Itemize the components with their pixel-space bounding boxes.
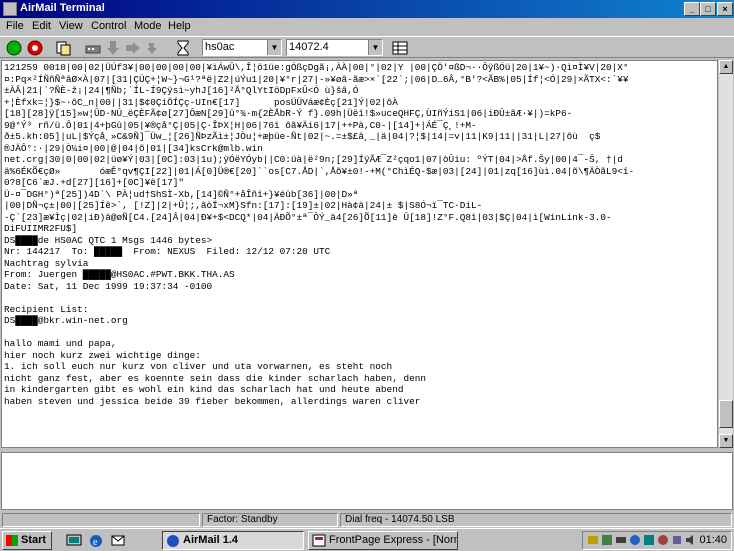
terminal-line: Nachtrag sylvia xyxy=(4,257,89,269)
terminal-line: ð±5.kh:05]|uL|$Ýçå¸»C&9Ñ]¯Üw_¦[26]ÑÞzÃì±… xyxy=(4,131,601,142)
callsign-select[interactable]: hs0ac ▼ xyxy=(202,39,282,56)
chevron-down-icon[interactable]: ▼ xyxy=(368,40,382,55)
menu-bar: File Edit View Control Mode Help xyxy=(0,18,734,35)
terminal-line: 1. ich soll euch nur kurz von cliver und… xyxy=(4,361,393,372)
grid-icon[interactable] xyxy=(391,39,411,57)
window-title: AirMail Terminal xyxy=(20,2,105,14)
toolbar: hs0ac ▼ 14072.4 ▼ xyxy=(0,36,734,58)
airmail-icon xyxy=(166,534,180,547)
status-factor: Factor: Standby xyxy=(202,513,338,527)
title-bar: AirMail Terminal _ □ × xyxy=(0,0,734,18)
frequency-select[interactable]: 14072.4 ▼ xyxy=(286,39,383,56)
vertical-scrollbar[interactable]: ▲ ▼ xyxy=(719,60,733,448)
app-icon[interactable] xyxy=(3,2,17,16)
terminal-line: DS████de HS0AC QTC 1 Msgs 1446 bytes> xyxy=(4,234,213,246)
terminal-line: nicht ganz fest, aber es koennte sein da… xyxy=(4,372,426,384)
close-button[interactable]: × xyxy=(717,2,733,16)
tray-icon-3[interactable] xyxy=(615,534,627,546)
terminal-line: ®JÄÔ°:·|29|Ò¼i¤|00|@|04|õ|01|[34]ksCrk@m… xyxy=(4,142,263,154)
terminal-line: Recipient List: xyxy=(4,303,89,315)
windows-logo-icon xyxy=(6,535,18,546)
clock: 01:40 xyxy=(699,534,727,546)
terminal-line: net.crg|30|0|00|02|üø¥Ý|03|[0C]:03|1u);ÿ… xyxy=(4,154,623,165)
terminal-line: 0?8[C6`æJ.+d[27][16]+[0C]¥ë[17]" xyxy=(4,177,185,188)
chevron-down-icon[interactable]: ▼ xyxy=(267,40,281,55)
copy-icon[interactable] xyxy=(54,39,74,57)
terminal-line: 121259 0010|00|02|ÜÚf3¥|00|00|00|00|¥ìÁw… xyxy=(4,62,629,73)
minimize-button[interactable]: _ xyxy=(684,2,700,16)
terminal-line: in kindergarten gibt es wohl ein kind da… xyxy=(4,384,404,395)
terminal-line: +¦Èfxk=¦}$~·ôC_n|00||31|$¢0ÇiÖÍÇç-UIn€[1… xyxy=(4,96,398,108)
terminal-line: [18][28]ÿ[15]»w¦ÛD·NÛ_ëÇÈFÃ¢ø[27]ÔæN[29]… xyxy=(4,108,573,119)
terminal-line: hallo mami und papa, xyxy=(4,338,117,349)
terminal-output[interactable]: 121259 0010|00|02|ÜÚf3¥|00|00|00|00|¥ìÁw… xyxy=(1,60,718,448)
connect-icon[interactable] xyxy=(5,39,25,57)
receive-arrow-icon[interactable] xyxy=(104,39,124,57)
status-bar: Factor: Standby Dial freq - 14074.50 LSB xyxy=(0,512,734,528)
start-button[interactable]: Start xyxy=(2,531,52,550)
menu-edit[interactable]: Edit xyxy=(32,20,51,32)
system-tray: 01:40 xyxy=(582,531,732,550)
terminal-line: 9@°Ý³ rñ/ü.Ô|01|4+þGû|05|¥®çå°Ç|05|Ç·ÎÞX… xyxy=(4,119,477,131)
terminal-line: hier noch kurz zwei wichtige dinge: xyxy=(4,349,201,361)
menu-mode[interactable]: Mode xyxy=(134,20,162,32)
send-arrow-icon[interactable] xyxy=(124,39,144,57)
browser-icon[interactable]: e xyxy=(88,533,104,548)
taskbar-item-frontpage[interactable]: FrontPage Express - [Norm... xyxy=(308,531,458,550)
tray-icon-2[interactable] xyxy=(601,534,613,546)
terminal-line: |00|DÑ¬ç±|00|[25]Íê>`, [!Z]|2|+Û¦;,âòÏ¬x… xyxy=(4,200,483,211)
menu-file[interactable]: File xyxy=(6,20,24,32)
terminal-line: From: Juergen █████@HS0AC.#PWT.BKK.THA.A… xyxy=(4,269,235,280)
menu-help[interactable]: Help xyxy=(168,20,191,32)
status-left xyxy=(2,513,200,527)
tray-icon-6[interactable] xyxy=(657,534,669,546)
tray-icon-5[interactable] xyxy=(643,534,655,546)
taskbar: Start e AirMail 1.4 FrontPage Express - … xyxy=(0,528,734,551)
terminal-line: ä%6ÉKÕ€çØ» óæÊ°qv¶ÇI[22]|01|Á[0]Ü®€[20]`… xyxy=(4,165,635,177)
outlook-icon[interactable] xyxy=(110,533,126,548)
tray-icon-7[interactable] xyxy=(671,534,683,546)
terminal-line: ¤:Pq×²ÍÑñÑªâØ×À|07|[31|ÇÜÇ+¦W~}¬G¹?ªë|Z2… xyxy=(4,73,629,85)
menu-view[interactable]: View xyxy=(59,20,83,32)
terminal-line: Nr: 144217 To: █████ From: NEXUS Filed: … xyxy=(4,246,331,257)
menu-control[interactable]: Control xyxy=(91,20,126,32)
hourglass-icon[interactable] xyxy=(174,39,194,57)
scroll-thumb[interactable] xyxy=(719,400,733,428)
scroll-down-icon[interactable]: ▼ xyxy=(719,434,733,448)
terminal-line: ±ÀÂ|21|`?ÑÈ-ž¡|24|¶Ñb;`ÍL-Í9Çÿsì~yhJ[16]… xyxy=(4,85,359,96)
terminal-text: 121259 0010|00|02|ÜÚf3¥|00|00|00|00|¥ìÁw… xyxy=(2,61,717,408)
tray-icon-1[interactable] xyxy=(587,534,599,546)
status-frequency: Dial freq - 14074.50 LSB xyxy=(340,513,732,527)
maximize-button[interactable]: □ xyxy=(700,2,716,16)
terminal-line: DS████@bkr.win-net.org xyxy=(4,315,128,326)
terminal-line: DiFUIIMR2FU$] xyxy=(4,223,78,234)
taskbar-item-airmail[interactable]: AirMail 1.4 xyxy=(162,531,304,550)
svg-text:e: e xyxy=(93,537,98,548)
scroll-up-icon[interactable]: ▲ xyxy=(719,60,733,74)
speaker-icon[interactable] xyxy=(685,534,697,546)
disconnect-arrow-icon[interactable] xyxy=(144,39,164,57)
terminal-line: Ü-¤¯DGH°)ª[25])4D`\ PÀ¦ud†ShSÌ-Xb,[14]©Ñ… xyxy=(4,188,359,200)
frontpage-icon xyxy=(312,534,326,547)
message-input[interactable] xyxy=(1,452,733,510)
desktop-icon[interactable] xyxy=(66,533,82,548)
modem-icon[interactable] xyxy=(84,39,104,57)
tray-icon-4[interactable] xyxy=(629,534,641,546)
terminal-line: -Ç`[23]æ¥Ìç|02|iÐ)ä@øÑ[C4.[24]Â|04|Ð¥+$<… xyxy=(4,211,612,223)
stop-icon[interactable] xyxy=(26,39,46,57)
terminal-line: Date: Sat, 11 Dec 1999 19:37:34 -0100 xyxy=(4,280,213,292)
terminal-line: haben steven und jessica beide 39 fieber… xyxy=(4,395,421,407)
